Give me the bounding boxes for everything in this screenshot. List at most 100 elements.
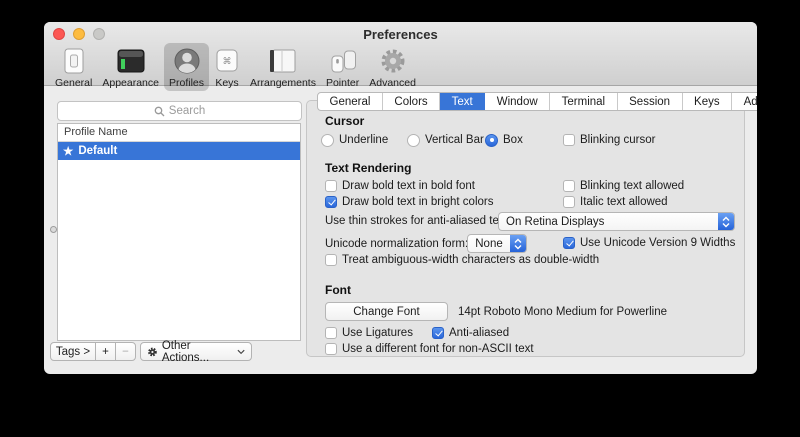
checkbox-box: [325, 180, 337, 192]
search-icon: [154, 106, 165, 117]
radio-label: Box: [503, 134, 523, 146]
toolbar-item-appearance[interactable]: Appearance: [97, 43, 164, 91]
checkbox-label: Anti-aliased: [449, 327, 509, 339]
checkbox-box: [563, 134, 575, 146]
checkbox-box: [432, 327, 444, 339]
toolbar-item-label: Pointer: [326, 77, 359, 89]
font-heading: Font: [325, 283, 351, 297]
toolbar-item-advanced[interactable]: Advanced: [364, 43, 421, 91]
normalization-select[interactable]: None: [467, 234, 527, 253]
tab-advanced[interactable]: Advanced: [732, 93, 757, 110]
checkbox-non-ascii-font[interactable]: Use a different font for non-ASCII text: [325, 342, 534, 356]
toolbar: General Appearance Profiles ⌘: [50, 43, 421, 91]
checkbox-blinking-cursor[interactable]: Blinking cursor: [563, 133, 655, 147]
drawer-knob[interactable]: [50, 226, 57, 233]
toolbar-item-keys[interactable]: ⌘ Keys: [209, 43, 245, 91]
toolbar-item-label: General: [55, 77, 92, 89]
radio-dot: [321, 134, 334, 147]
profile-row-default[interactable]: ★ Default: [58, 142, 300, 160]
checkbox-box: [325, 196, 337, 208]
checkbox-label: Use a different font for non-ASCII text: [342, 343, 534, 355]
toolbar-item-label: Advanced: [369, 77, 416, 89]
profile-list: Profile Name ★ Default: [57, 123, 301, 341]
chevron-down-icon: [237, 349, 245, 355]
popup-chevrons-icon: [718, 213, 734, 230]
checkbox-italic-text[interactable]: Italic text allowed: [563, 195, 668, 209]
add-profile-button[interactable]: +: [95, 342, 116, 361]
toolbar-item-arrangements[interactable]: Arrangements: [245, 43, 321, 91]
checkbox-box: [325, 327, 337, 339]
checkbox-unicode-v9[interactable]: Use Unicode Version 9 Widths: [563, 236, 735, 250]
tab-terminal[interactable]: Terminal: [550, 93, 617, 110]
other-actions-label: Other Actions...: [162, 340, 233, 364]
arrangements-icon: [267, 46, 299, 76]
radio-underline[interactable]: Underline: [321, 133, 388, 147]
appearance-icon: [116, 46, 146, 76]
gear-icon: [147, 346, 158, 358]
popup-chevrons-icon: [510, 235, 526, 252]
advanced-gear-icon: [379, 46, 407, 76]
radio-vertical-bar[interactable]: Vertical Bar: [407, 133, 484, 147]
radio-label: Vertical Bar: [425, 134, 484, 146]
tab-bar: General Colors Text Window Terminal Sess…: [317, 92, 757, 111]
search-placeholder: Search: [169, 105, 205, 117]
profile-name: Default: [78, 145, 117, 157]
tab-session[interactable]: Session: [618, 93, 683, 110]
select-value: None: [468, 238, 510, 250]
profile-buttons: Tags > + −: [50, 342, 136, 361]
checkbox-label: Blinking text allowed: [580, 180, 684, 192]
current-font-text: 14pt Roboto Mono Medium for Powerline: [458, 306, 667, 318]
checkbox-antialiased[interactable]: Anti-aliased: [432, 326, 509, 340]
profile-list-header: Profile Name: [58, 124, 300, 142]
checkbox-box: [563, 237, 575, 249]
tab-text[interactable]: Text: [440, 93, 485, 110]
tab-keys[interactable]: Keys: [683, 93, 733, 110]
checkbox-use-ligatures[interactable]: Use Ligatures: [325, 326, 413, 340]
checkbox-blinking-text[interactable]: Blinking text allowed: [563, 179, 684, 193]
pointer-icon: [328, 46, 358, 76]
thin-strokes-label: Use thin strokes for anti-aliased text: [325, 215, 508, 227]
toolbar-item-label: Keys: [215, 77, 238, 89]
general-icon: [61, 46, 87, 76]
normalization-label: Unicode normalization form:: [325, 238, 468, 250]
checkbox-label: Use Unicode Version 9 Widths: [580, 237, 735, 249]
thin-strokes-select[interactable]: On Retina Displays: [498, 212, 735, 231]
change-font-button[interactable]: Change Font: [325, 302, 448, 321]
checkbox-ambiguous-width[interactable]: Treat ambiguous-width characters as doub…: [325, 253, 599, 267]
tab-window[interactable]: Window: [485, 93, 550, 110]
radio-dot: [407, 134, 420, 147]
tags-button[interactable]: Tags >: [50, 342, 96, 361]
toolbar-item-pointer[interactable]: Pointer: [321, 43, 364, 91]
search-input[interactable]: Search: [57, 101, 302, 121]
cursor-heading: Cursor: [325, 114, 364, 128]
checkbox-label: Use Ligatures: [342, 327, 413, 339]
toolbar-item-general[interactable]: General: [50, 43, 97, 91]
preferences-window: Preferences General Appearance: [44, 22, 757, 374]
remove-profile-button[interactable]: −: [115, 342, 136, 361]
toolbar-item-profiles[interactable]: Profiles: [164, 43, 209, 91]
window-header: Preferences General Appearance: [44, 22, 757, 86]
tab-general[interactable]: General: [318, 93, 383, 110]
checkbox-bright-colors[interactable]: Draw bold text in bright colors: [325, 195, 493, 209]
radio-label: Underline: [339, 134, 388, 146]
checkbox-box: [325, 254, 337, 266]
radio-box[interactable]: Box: [485, 133, 523, 147]
select-value: On Retina Displays: [499, 216, 718, 228]
toolbar-item-label: Arrangements: [250, 77, 316, 89]
tab-colors[interactable]: Colors: [383, 93, 440, 110]
toolbar-item-label: Profiles: [169, 77, 204, 89]
checkbox-label: Draw bold text in bright colors: [342, 196, 493, 208]
star-icon: ★: [63, 144, 73, 158]
checkbox-label: Draw bold text in bold font: [342, 180, 475, 192]
checkbox-label: Blinking cursor: [580, 134, 655, 146]
checkbox-label: Italic text allowed: [580, 196, 668, 208]
checkbox-box: [325, 343, 337, 355]
keys-icon: ⌘: [214, 46, 240, 76]
checkbox-bold-font[interactable]: Draw bold text in bold font: [325, 179, 475, 193]
profiles-icon: [172, 46, 202, 76]
window-title: Preferences: [44, 27, 757, 42]
radio-dot: [485, 134, 498, 147]
other-actions-button[interactable]: Other Actions...: [140, 342, 252, 361]
checkbox-label: Treat ambiguous-width characters as doub…: [342, 254, 599, 266]
checkbox-box: [563, 196, 575, 208]
